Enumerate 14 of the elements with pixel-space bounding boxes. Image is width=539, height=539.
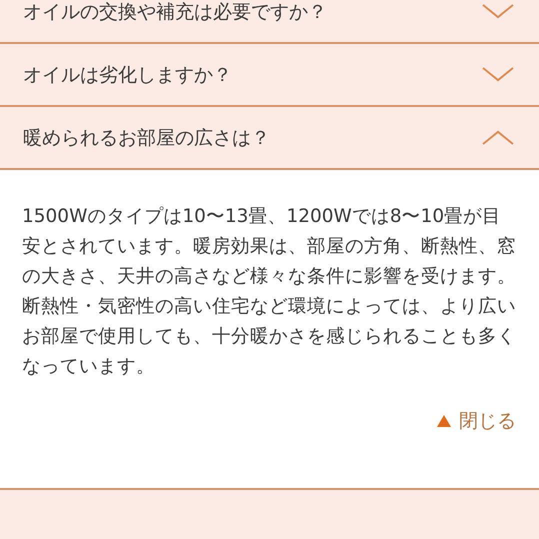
question-row[interactable]: オイルの交換や補充は必要ですか？: [0, 0, 539, 44]
chevron-up-icon: [481, 130, 515, 145]
answer-text: 断熱性・気密性の高い住宅など環境によっては、より広いお部屋で使用しても、十分暖かさを感じられることも多くなっています。: [22, 295, 517, 379]
chevron-down-icon: [481, 4, 515, 19]
question-text: オイルの交換や補充は必要ですか？: [23, 0, 327, 24]
question-row[interactable]: オイルは劣化しますか？: [0, 44, 539, 107]
question-row[interactable]: 暖められるお部屋の広さは？: [0, 107, 539, 170]
question-row[interactable]: [0, 488, 539, 539]
question-text: オイルは劣化しますか？: [23, 62, 232, 88]
chevron-down-icon: [481, 67, 515, 82]
question-text: 暖められるお部屋の広さは？: [23, 126, 270, 150]
close-link[interactable]: 閉じる: [437, 408, 516, 434]
triangle-up-icon: [437, 415, 451, 427]
answer-text: 1500Wのタイプは10〜13畳、1200Wでは8〜10畳が目安とされています。暖房効果は、部屋の方角、断熱性、窓の大きさ、天井の高さなど様々な条件に影響を受けます。: [22, 205, 517, 289]
